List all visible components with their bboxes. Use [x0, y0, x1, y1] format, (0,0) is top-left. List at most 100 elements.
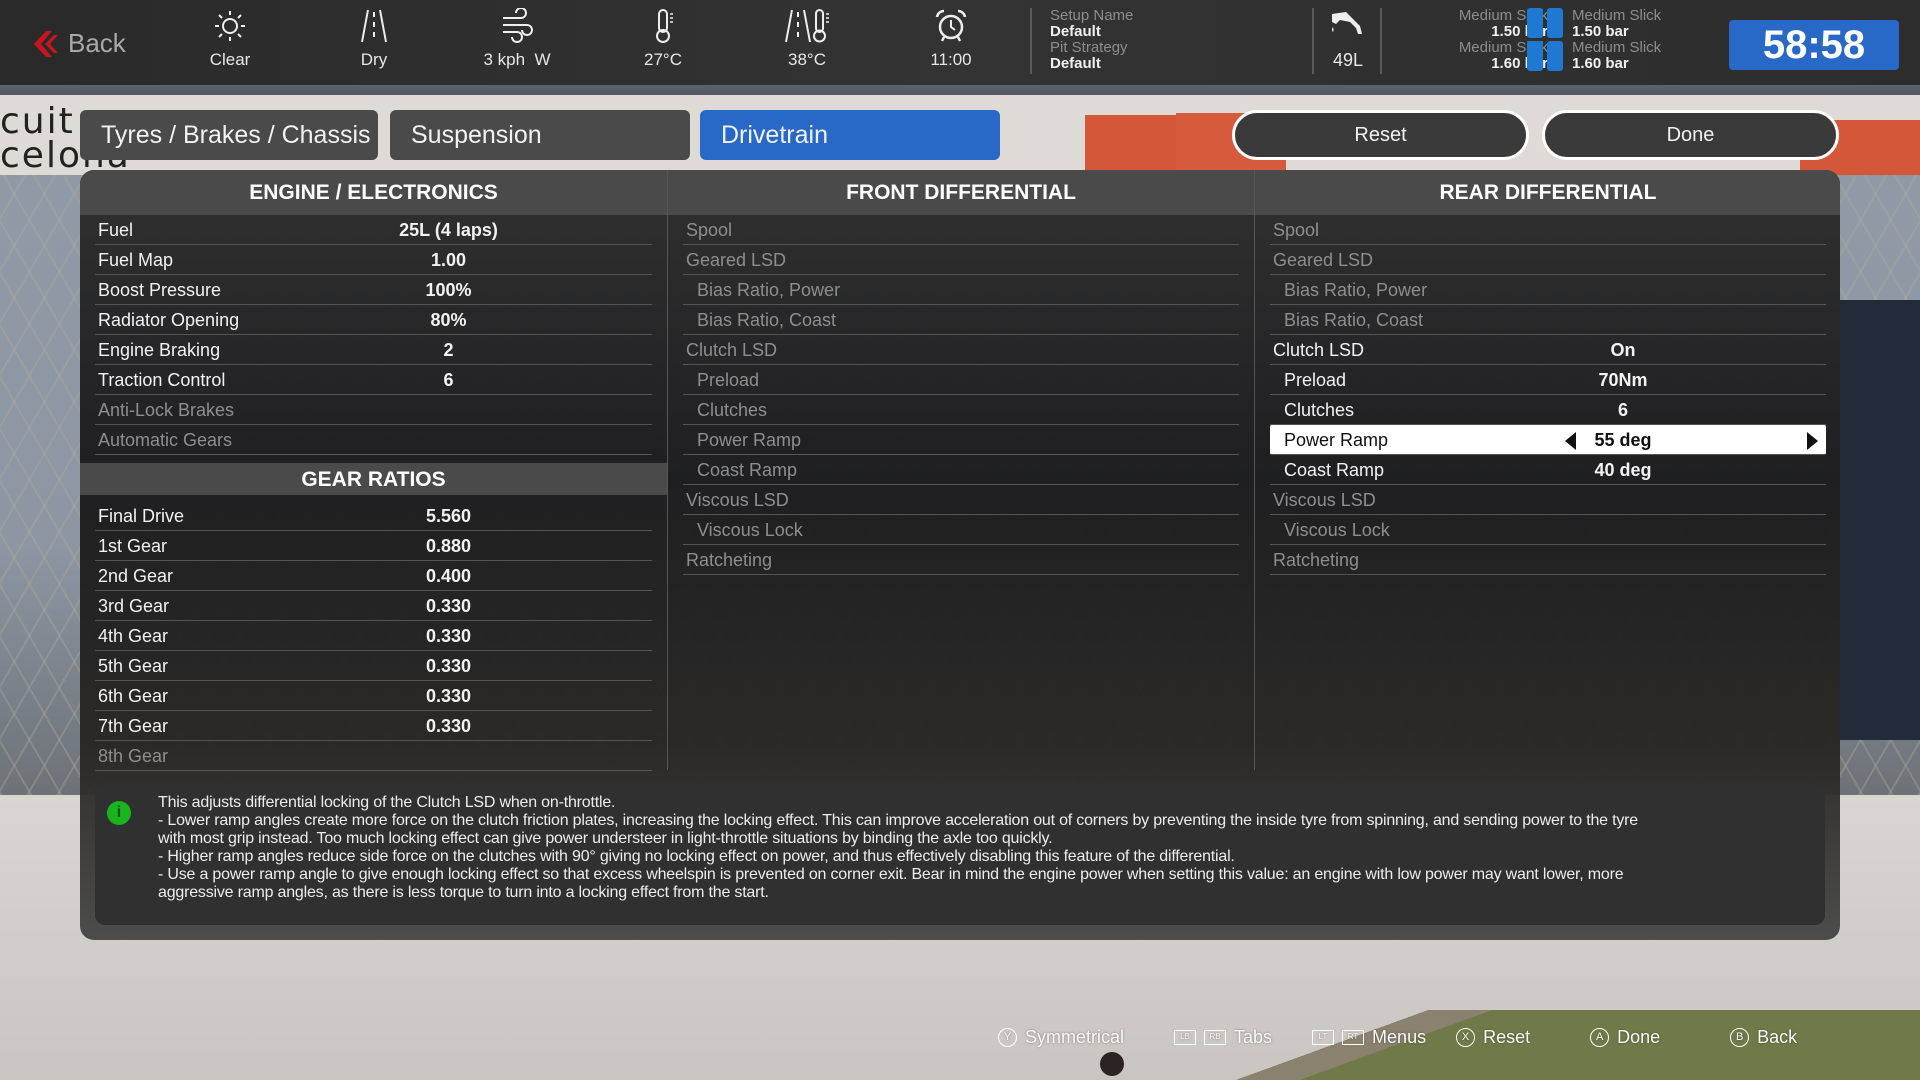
hint-label: Tabs [1234, 1026, 1273, 1047]
setting-row: Bias Ratio, Power [1270, 275, 1826, 305]
setting-row[interactable]: Boost Pressure 100% [95, 275, 652, 305]
top-status-bar: Back Clear Dry 3 kph W 27°C 38°C 11:00 S… [0, 0, 1920, 85]
setting-row[interactable]: Preload 70Nm [1270, 365, 1826, 395]
setting-value: 100% [425, 280, 472, 300]
rear-differential-header: REAR DIFFERENTIAL [1255, 170, 1840, 215]
front-diff-rows: Spool Geared LSD Bias Ratio, Power Bias Rat… [668, 215, 1254, 575]
reset-button[interactable]: Reset [1232, 110, 1529, 160]
hint-back[interactable]: B Back [1730, 1022, 1797, 1052]
increase-arrow-icon[interactable] [1807, 432, 1818, 450]
rear-diff-rows: Spool Geared LSD Bias Ratio, Power Bias Rat… [1255, 215, 1840, 575]
hint-label: Menus [1372, 1026, 1427, 1047]
setting-row[interactable]: 1st Gear 0.880 [95, 531, 652, 561]
help-text-line: aggressive ramp angles, as there is less… [158, 884, 769, 901]
setting-row: Anti-Lock Brakes [95, 395, 652, 425]
setting-row[interactable]: 7th Gear 0.330 [95, 711, 652, 741]
setting-row: Coast Ramp [683, 455, 1239, 485]
help-text-line: - Higher ramp angles reduce side force o… [158, 848, 1235, 865]
hint-label: Reset [1483, 1026, 1531, 1047]
back-button[interactable]: Back [32, 28, 126, 59]
tyre-icon-fl [1527, 8, 1543, 38]
setting-value: 70Nm [1598, 370, 1648, 390]
wind-stat: 3 kph W [462, 8, 572, 70]
controller-rt-button-icon: RT [1342, 1029, 1365, 1045]
back-label: Back [68, 28, 126, 58]
setting-row: Viscous LSD [1270, 485, 1826, 515]
hint-symmetrical[interactable]: Y Symmetrical [998, 1022, 1124, 1052]
setting-row: Spool [683, 215, 1239, 245]
setting-row[interactable]: Fuel 25L (4 laps) [95, 215, 652, 245]
tyre-pressure-rl: 1.60 bar [1491, 55, 1548, 72]
setting-row[interactable]: Power Ramp 55 deg [1270, 425, 1826, 455]
hint-reset[interactable]: X Reset [1456, 1022, 1530, 1052]
road-icon [361, 9, 387, 43]
session-timer: 58:58 [1729, 20, 1899, 70]
setting-row: Ratcheting [683, 545, 1239, 575]
controller-a-button-icon: A [1590, 1027, 1610, 1047]
controller-lt-button-icon: LT [1312, 1029, 1335, 1045]
setting-row: Clutch LSD [683, 335, 1239, 365]
controller-x-button-icon: X [1456, 1027, 1476, 1047]
sun-icon [215, 11, 245, 41]
setting-row: Bias Ratio, Coast [1270, 305, 1826, 335]
setting-row[interactable]: Clutch LSD On [1270, 335, 1826, 365]
setting-row[interactable]: Traction Control 6 [95, 365, 652, 395]
setting-row[interactable]: Engine Braking 2 [95, 335, 652, 365]
setting-label: Clutch LSD [686, 340, 778, 360]
setting-row[interactable]: Fuel Map 1.00 [95, 245, 652, 275]
setting-row: Viscous LSD [683, 485, 1239, 515]
decrease-arrow-icon[interactable] [1565, 432, 1576, 450]
setting-row: Preload [683, 365, 1239, 395]
setting-value: 6 [1617, 400, 1628, 420]
tyre-status: Medium Slick 1.50 bar Medium Slick 1.60 … [1410, 8, 1730, 74]
tab-drivetrain[interactable]: Drivetrain [700, 110, 1000, 160]
setting-label: Ratcheting [686, 550, 773, 570]
setting-row[interactable]: Final Drive 5.560 [95, 501, 652, 531]
setting-row[interactable]: 5th Gear 0.330 [95, 651, 652, 681]
tyre-icon-fr [1547, 8, 1563, 38]
setting-row[interactable]: 2nd Gear 0.400 [95, 561, 652, 591]
setting-label: 8th Gear [98, 746, 169, 766]
wind-icon [503, 8, 533, 43]
front-diff-column: FRONT DIFFERENTIAL Spool Geared LSD Bias R… [667, 170, 1254, 770]
setting-row: Geared LSD [1270, 245, 1826, 275]
tab-suspension[interactable]: Suspension [390, 110, 690, 160]
controller-rb-button-icon: RB [1204, 1029, 1227, 1045]
setting-label: Anti-Lock Brakes [98, 400, 235, 420]
controller-lb-button-icon: LB [1174, 1029, 1197, 1045]
setting-value: 25L (4 laps) [399, 220, 498, 240]
setting-row[interactable]: Coast Ramp 40 deg [1270, 455, 1826, 485]
done-button[interactable]: Done [1542, 110, 1839, 160]
tab-tyres-brakes-chassis[interactable]: Tyres / Brakes / Chassis [80, 110, 378, 160]
setting-value: 55 deg [1594, 430, 1652, 450]
weather-label: Clear [209, 50, 251, 69]
help-info-box: i This adjusts differential locking of t… [95, 785, 1825, 925]
thermometer-icon [656, 9, 673, 43]
hint-menus[interactable]: LT RT Menus [1312, 1022, 1426, 1052]
setting-row: Power Ramp [683, 425, 1239, 455]
help-text-line: - Lower ramp angles create more force on… [158, 812, 1638, 829]
hint-done[interactable]: A Done [1590, 1022, 1660, 1052]
setting-row[interactable]: 3rd Gear 0.330 [95, 591, 652, 621]
setting-row[interactable]: Clutches 6 [1270, 395, 1826, 425]
weather-stat: Clear [175, 8, 285, 70]
setup-panel: ENGINE / ELECTRONICS Fuel 25L (4 laps) Fue… [80, 170, 1840, 940]
track-condition-stat: Dry [319, 8, 429, 70]
tyre-icon-rl [1527, 41, 1543, 71]
setting-label: Viscous Lock [697, 520, 803, 540]
setting-row[interactable]: Radiator Opening 80% [95, 305, 652, 335]
gear-rows: Final Drive 5.560 1st Gear 0.880 2nd Gear 0.4… [80, 501, 667, 771]
setting-row: Viscous Lock [1270, 515, 1826, 545]
setting-row: Viscous Lock [683, 515, 1239, 545]
tyre-compound-rl: Medium Slick [1458, 39, 1548, 56]
setting-label: Viscous Lock [1284, 520, 1390, 540]
setting-row[interactable]: 4th Gear 0.330 [95, 621, 652, 651]
setting-label: Viscous LSD [686, 490, 789, 510]
setting-row: Spool [1270, 215, 1826, 245]
setting-row[interactable]: 6th Gear 0.330 [95, 681, 652, 711]
setting-label: Geared LSD [1273, 250, 1374, 270]
hint-tabs[interactable]: LB RB Tabs [1174, 1022, 1272, 1052]
setting-label: Power Ramp [697, 430, 802, 450]
track-temp-label: 38°C [788, 50, 826, 69]
wall-drain [1100, 1052, 1124, 1076]
